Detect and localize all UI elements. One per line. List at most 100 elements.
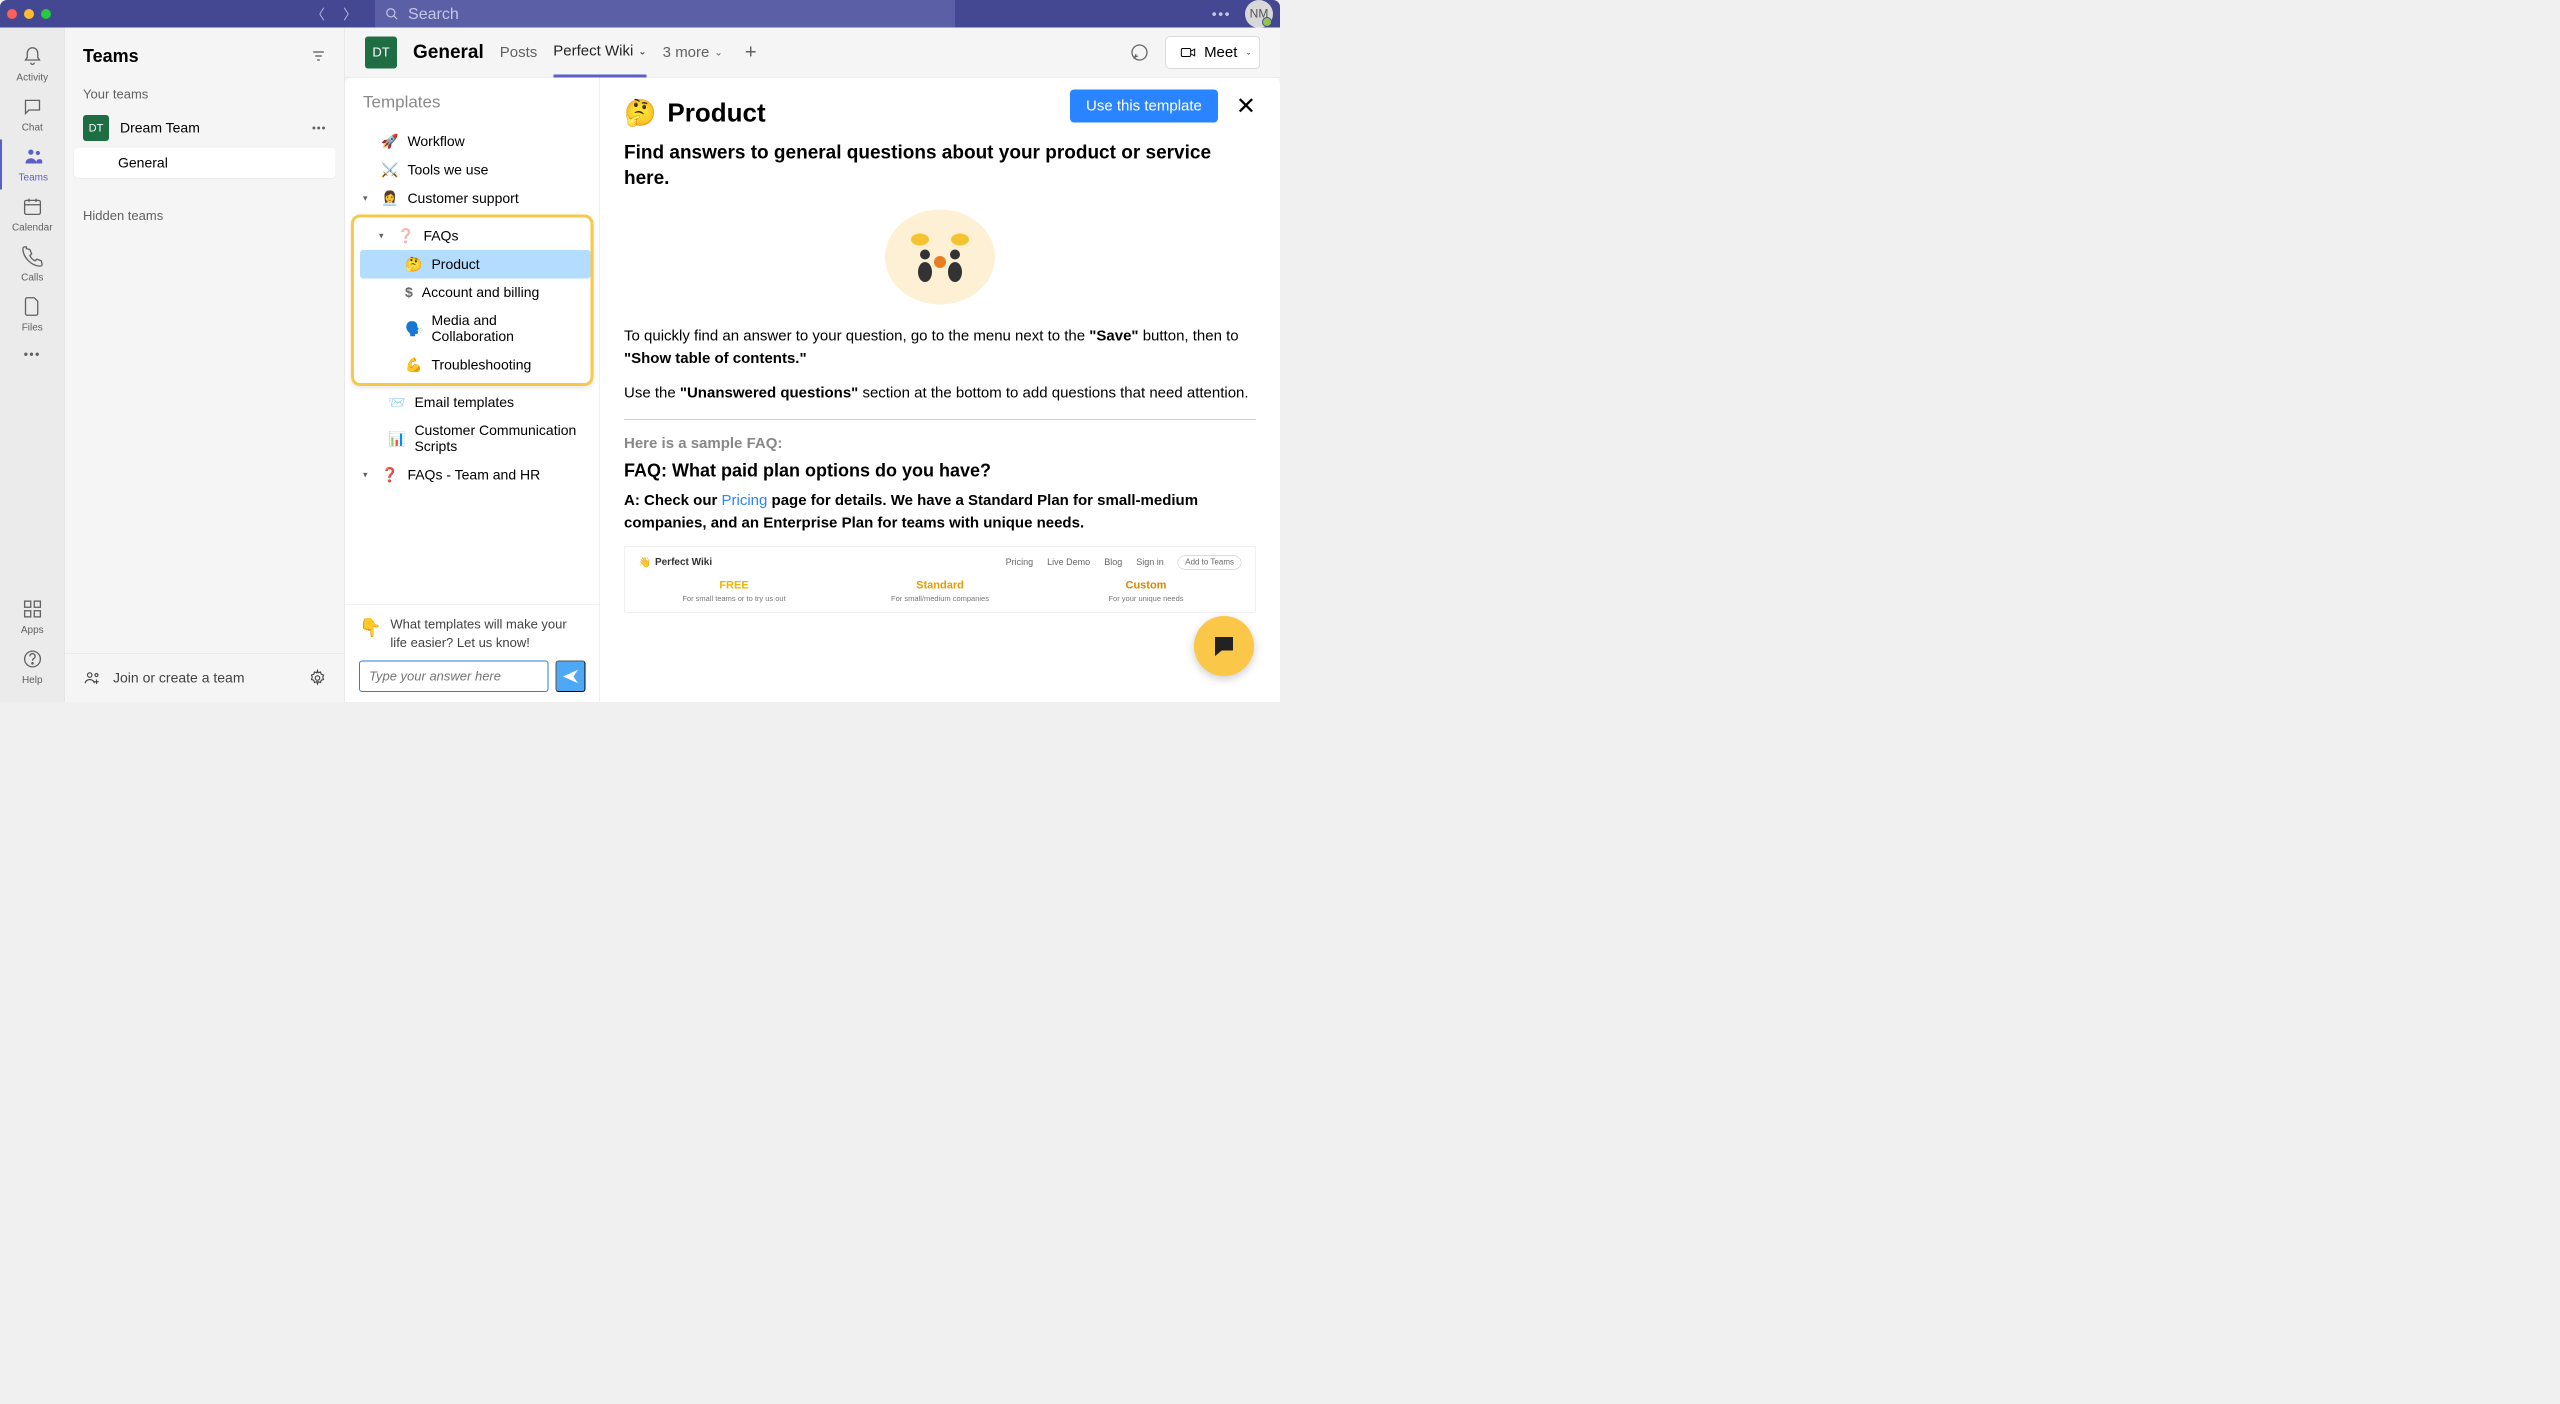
search-input[interactable]: Search — [375, 0, 955, 30]
templates-heading: Templates — [345, 78, 600, 128]
nav-demo: Live Demo — [1047, 557, 1090, 568]
close-window-icon[interactable] — [7, 9, 17, 19]
thinking-icon: 🤔 — [405, 256, 422, 273]
dollar-icon: $ — [405, 285, 413, 301]
tree-comm-scripts[interactable]: 📊Customer Communication Scripts — [345, 417, 600, 461]
tier-standard: StandardFor small/medium companies — [845, 578, 1036, 603]
thinking-icon: 🤔 — [624, 98, 656, 129]
tree-faqs[interactable]: ▾❓FAQs — [354, 222, 591, 251]
faq-answer: A: Check our Pricing page for details. W… — [624, 489, 1256, 534]
tree-workflow[interactable]: 🚀Workflow — [345, 127, 600, 156]
team-more-icon[interactable]: ••• — [312, 122, 327, 135]
meet-dropdown[interactable]: ⌄ — [1238, 36, 1260, 68]
search-placeholder: Search — [408, 5, 459, 24]
rail-more[interactable]: ••• — [24, 340, 41, 370]
nav-blog: Blog — [1104, 557, 1122, 568]
rail-calls[interactable]: Calls — [0, 240, 65, 290]
divider — [624, 419, 1256, 420]
footer-prompt: What templates will make your life easie… — [390, 615, 585, 651]
back-button[interactable]: 〈 — [311, 4, 325, 24]
tab-more[interactable]: 3 more ⌄ — [663, 29, 723, 76]
chevron-down-icon: ⌄ — [1246, 48, 1252, 56]
rail-files[interactable]: Files — [0, 290, 65, 340]
chart-icon: 📊 — [388, 430, 405, 447]
team-badge: DT — [83, 115, 109, 141]
chevron-down-icon: ▾ — [379, 231, 384, 242]
swords-icon: ⚔️ — [381, 162, 398, 179]
rail-teams[interactable]: Teams — [0, 140, 65, 190]
tree-email-templates[interactable]: 📨Email templates — [345, 388, 600, 417]
use-template-button[interactable]: Use this template — [1070, 90, 1218, 123]
point-down-icon: 👇 — [359, 615, 381, 651]
tree-troubleshooting[interactable]: 💪Troubleshooting — [360, 351, 591, 380]
faq-question: FAQ: What paid plan options do you have? — [624, 460, 1256, 481]
gear-icon[interactable] — [309, 669, 327, 687]
content-area: DT General Posts Perfect Wiki ⌄ 3 more ⌄… — [345, 28, 1280, 703]
maximize-window-icon[interactable] — [41, 9, 51, 19]
pricing-link[interactable]: Pricing — [722, 492, 768, 509]
tree-faqs-team-hr[interactable]: ▾❓FAQs - Team and HR — [345, 461, 600, 490]
team-name: Dream Team — [120, 120, 301, 136]
tree-account-billing[interactable]: $Account and billing — [360, 279, 591, 307]
preview-subtitle: Find answers to general questions about … — [624, 140, 1256, 191]
your-teams-label: Your teams — [65, 81, 345, 109]
join-team-icon — [83, 669, 101, 687]
chat-fab[interactable] — [1194, 616, 1254, 676]
filter-icon[interactable] — [311, 48, 327, 64]
tier-free: FREEFor small teams or to try us out — [639, 578, 830, 603]
user-avatar[interactable]: NM — [1245, 0, 1273, 28]
file-icon — [22, 296, 43, 317]
tab-perfect-wiki[interactable]: Perfect Wiki ⌄ — [553, 28, 646, 78]
tab-posts[interactable]: Posts — [500, 29, 538, 76]
minimize-window-icon[interactable] — [24, 9, 34, 19]
tree-customer-support[interactable]: ▾👩‍💼Customer support — [345, 184, 600, 213]
templates-tree: 🚀Workflow ⚔️Tools we use ▾👩‍💼Customer su… — [345, 127, 600, 605]
flex-icon: 💪 — [405, 357, 422, 374]
tree-product[interactable]: 🤔Product — [360, 250, 591, 279]
channel-general[interactable]: General — [74, 148, 336, 178]
close-icon[interactable]: ✕ — [1236, 92, 1256, 120]
brand-label: 👋Perfect Wiki — [639, 556, 713, 569]
more-icon[interactable]: ••• — [1212, 6, 1231, 22]
hidden-teams-label[interactable]: Hidden teams — [65, 202, 345, 230]
conversation-icon[interactable] — [1128, 40, 1152, 64]
channel-badge: DT — [365, 36, 397, 68]
templates-footer: 👇 What templates will make your life eas… — [345, 605, 600, 702]
tree-tools[interactable]: ⚔️Tools we use — [345, 156, 600, 185]
preview-illustration — [885, 209, 995, 304]
bell-icon — [22, 46, 43, 67]
chat-icon — [22, 96, 43, 117]
rail-chat[interactable]: Chat — [0, 90, 65, 140]
phone-icon — [22, 246, 43, 267]
chevron-down-icon: ⌄ — [638, 45, 646, 58]
template-preview: Use this template ✕ 🤔 Product Find answe… — [600, 78, 1280, 703]
forward-button[interactable]: 〉 — [343, 4, 357, 24]
rail-calendar[interactable]: Calendar — [0, 190, 65, 240]
sample-faq-label: Here is a sample FAQ: — [624, 435, 1256, 452]
teams-heading: Teams — [83, 46, 139, 67]
channel-header: DT General Posts Perfect Wiki ⌄ 3 more ⌄… — [345, 28, 1280, 78]
question-icon: ❓ — [381, 467, 398, 484]
envelope-icon: 📨 — [388, 394, 405, 411]
add-to-teams-pill: Add to Teams — [1178, 555, 1242, 569]
add-tab-button[interactable]: + — [739, 40, 763, 64]
question-icon: ❓ — [397, 228, 414, 245]
channel-title: General — [413, 42, 484, 64]
team-row[interactable]: DT Dream Team ••• — [65, 108, 345, 148]
teams-icon — [23, 146, 44, 167]
history-nav: 〈 〉 — [311, 4, 357, 24]
rail-activity[interactable]: Activity — [0, 40, 65, 90]
tree-media-collab[interactable]: 🗣️Media and Collaboration — [360, 307, 591, 351]
chat-bubble-icon — [1211, 633, 1238, 660]
templates-sidebar: Templates 🚀Workflow ⚔️Tools we use ▾👩‍💼C… — [345, 78, 600, 703]
apps-icon — [22, 598, 43, 619]
rail-help[interactable]: Help — [0, 642, 65, 692]
chevron-down-icon: ▾ — [363, 470, 368, 481]
rail-apps[interactable]: Apps — [0, 592, 65, 642]
send-button[interactable] — [556, 661, 586, 693]
nav-signin: Sign in — [1136, 557, 1164, 568]
join-create-label[interactable]: Join or create a team — [113, 670, 245, 686]
template-suggestion-input[interactable] — [359, 661, 549, 693]
send-icon — [562, 667, 580, 685]
chevron-down-icon: ⌄ — [714, 46, 722, 59]
